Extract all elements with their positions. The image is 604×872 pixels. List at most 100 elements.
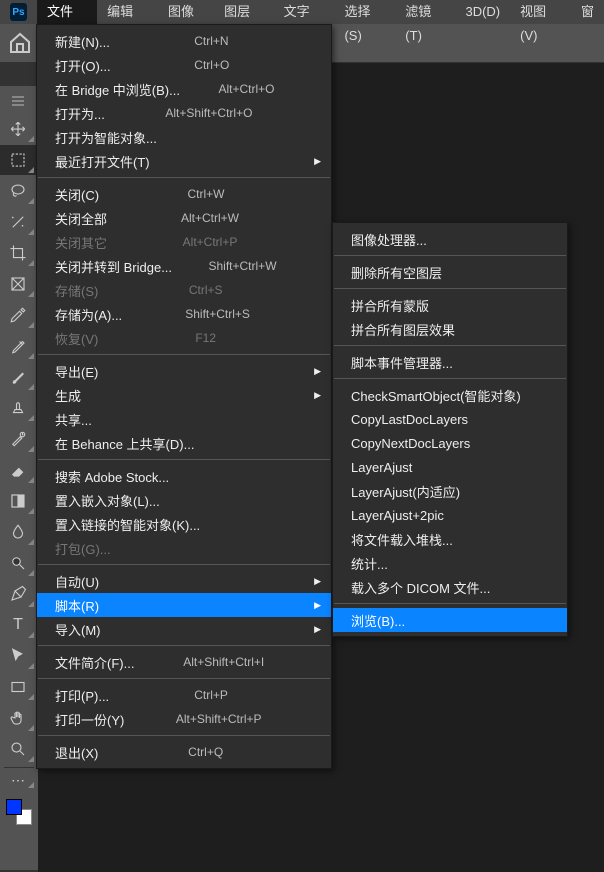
menu-image[interactable]: 图像(I)	[158, 0, 214, 24]
menu-file[interactable]: 文件(F)	[37, 0, 97, 24]
scripts-menu-separator	[334, 378, 566, 379]
home-icon[interactable]	[8, 31, 32, 55]
file-menu-item[interactable]: 打开(O)... Ctrl+O	[37, 53, 331, 77]
scripts-menu-item[interactable]: LayerAjust	[333, 455, 567, 479]
menuitem-label: 脚本事件管理器...	[351, 353, 453, 372]
scripts-menu-item[interactable]: 载入多个 DICOM 文件...	[333, 575, 567, 599]
scripts-menu-item[interactable]: 图像处理器...	[333, 227, 567, 251]
move-tool[interactable]	[0, 114, 36, 144]
file-menu-item[interactable]: 自动(U)	[37, 569, 331, 593]
menuitem-shortcut: Ctrl+P	[194, 688, 228, 702]
scripts-menu-item[interactable]: 将文件载入堆栈...	[333, 527, 567, 551]
zoom-tool[interactable]	[0, 734, 36, 764]
menu-edit[interactable]: 编辑(E)	[97, 0, 158, 24]
menuitem-shortcut: Ctrl+O	[194, 58, 229, 72]
scripts-menu-item[interactable]: 脚本事件管理器...	[333, 350, 567, 374]
file-menu-dropdown: 新建(N)...Ctrl+N 打开(O)... Ctrl+O 在 Bridge 中浏览…	[36, 24, 332, 769]
panel-tab-icon[interactable]	[5, 92, 31, 110]
file-menu-item[interactable]: 存储为(A)... Shift+Ctrl+S	[37, 302, 331, 326]
scripts-menu-item[interactable]: 浏览(B)...	[333, 608, 567, 632]
brush-tool[interactable]	[0, 362, 36, 392]
lasso-tool[interactable]	[0, 176, 36, 206]
eraser-tool[interactable]	[0, 455, 36, 485]
file-menu-item[interactable]: 退出(X)Ctrl+Q	[37, 740, 331, 764]
menuitem-label: 关闭全部	[55, 209, 107, 228]
file-menu-item[interactable]: 打印一份(Y)Alt+Shift+Ctrl+P	[37, 707, 331, 731]
file-menu-item[interactable]: 生成	[37, 383, 331, 407]
file-menu-item[interactable]: 关闭(C)Ctrl+W	[37, 182, 331, 206]
file-menu-separator	[38, 459, 330, 460]
marquee-tool[interactable]	[0, 145, 36, 175]
menuitem-label: 载入多个 DICOM 文件...	[351, 578, 490, 597]
eyedropper-tool[interactable]	[0, 300, 36, 330]
menuitem-label: 文件简介(F)...	[55, 653, 134, 672]
scripts-menu-item[interactable]: 删除所有空图层	[333, 260, 567, 284]
file-menu-item[interactable]: 导入(M)	[37, 617, 331, 641]
file-menu-item[interactable]: 打印(P)...Ctrl+P	[37, 683, 331, 707]
menuitem-shortcut: Ctrl+Q	[188, 745, 223, 759]
scripts-menu-item[interactable]: 统计...	[333, 551, 567, 575]
menuitem-label: 置入链接的智能对象(K)...	[55, 515, 200, 534]
menuitem-label: 导入(M)	[55, 620, 101, 639]
crop-tool[interactable]	[0, 238, 36, 268]
scripts-menu-item[interactable]: CopyLastDocLayers	[333, 407, 567, 431]
pen-tool[interactable]	[0, 579, 36, 609]
path-selection-tool[interactable]	[0, 641, 36, 671]
file-menu-item[interactable]: 导出(E)	[37, 359, 331, 383]
file-menu-item[interactable]: 打开为智能对象...	[37, 125, 331, 149]
file-menu-separator	[38, 678, 330, 679]
file-menu-item[interactable]: 脚本(R)	[37, 593, 331, 617]
scripts-menu-item[interactable]: LayerAjust(内适应)	[333, 479, 567, 503]
foreground-color-swatch[interactable]	[6, 799, 22, 815]
edit-toolbar[interactable]: ⋯	[0, 770, 36, 790]
scripts-menu-item[interactable]: CopyNextDocLayers	[333, 431, 567, 455]
type-tool[interactable]: T	[0, 610, 36, 640]
file-menu-item[interactable]: 打开为...Alt+Shift+Ctrl+O	[37, 101, 331, 125]
gradient-tool[interactable]	[0, 486, 36, 516]
file-menu-item[interactable]: 新建(N)...Ctrl+N	[37, 29, 331, 53]
magic-wand-tool[interactable]	[0, 207, 36, 237]
file-menu-item[interactable]: 共享...	[37, 407, 331, 431]
menuitem-label: 在 Behance 上共享(D)...	[55, 434, 194, 453]
menuitem-label: 拼合所有图层效果	[351, 320, 455, 339]
file-menu-item[interactable]: 文件简介(F)...Alt+Shift+Ctrl+I	[37, 650, 331, 674]
scripts-menu-item[interactable]: LayerAjust+2pic	[333, 503, 567, 527]
scripts-menu-item[interactable]: 拼合所有图层效果	[333, 317, 567, 341]
scripts-menu-item[interactable]: 拼合所有蒙版	[333, 293, 567, 317]
blur-tool[interactable]	[0, 517, 36, 547]
file-menu-item[interactable]: 最近打开文件(T)	[37, 149, 331, 173]
menuitem-label: 打开(O)...	[55, 56, 111, 75]
file-menu-item[interactable]: 置入链接的智能对象(K)...	[37, 512, 331, 536]
dodge-tool[interactable]	[0, 548, 36, 578]
scripts-menu-separator	[334, 288, 566, 289]
menu-window[interactable]: 窗	[571, 0, 604, 24]
menu-text[interactable]: 文字(Y)	[274, 0, 335, 24]
file-menu-item[interactable]: 在 Bridge 中浏览(B)...Alt+Ctrl+O	[37, 77, 331, 101]
clone-stamp-tool[interactable]	[0, 393, 36, 423]
menu-3d[interactable]: 3D(D)	[455, 0, 510, 24]
file-menu-separator	[38, 735, 330, 736]
color-swatches[interactable]	[6, 799, 32, 825]
healing-brush-tool[interactable]	[0, 331, 36, 361]
menuitem-label: 打印一份(Y)	[55, 710, 124, 729]
menu-select[interactable]: 选择(S)	[334, 0, 395, 24]
hand-tool[interactable]	[0, 703, 36, 733]
menu-filter[interactable]: 滤镜(T)	[395, 0, 455, 24]
menuitem-label: CopyLastDocLayers	[351, 412, 468, 427]
file-menu-item[interactable]: 搜索 Adobe Stock...	[37, 464, 331, 488]
history-brush-tool[interactable]	[0, 424, 36, 454]
file-menu-item: 恢复(V)F12	[37, 326, 331, 350]
menuitem-label: 恢复(V)	[55, 329, 98, 348]
frame-tool[interactable]	[0, 269, 36, 299]
scripts-menu-item[interactable]: CheckSmartObject(智能对象)	[333, 383, 567, 407]
menu-layer[interactable]: 图层(L)	[214, 0, 273, 24]
file-menu-item[interactable]: 关闭并转到 Bridge...Shift+Ctrl+W	[37, 254, 331, 278]
file-menu-item[interactable]: 关闭全部Alt+Ctrl+W	[37, 206, 331, 230]
menu-view[interactable]: 视图(V)	[510, 0, 571, 24]
scripts-menu-separator	[334, 255, 566, 256]
file-menu-item[interactable]: 在 Behance 上共享(D)...	[37, 431, 331, 455]
rectangle-tool[interactable]	[0, 672, 36, 702]
menuitem-label: 存储为(A)...	[55, 305, 122, 324]
file-menu-item[interactable]: 置入嵌入对象(L)...	[37, 488, 331, 512]
menuitem-shortcut: Shift+Ctrl+S	[185, 307, 250, 321]
